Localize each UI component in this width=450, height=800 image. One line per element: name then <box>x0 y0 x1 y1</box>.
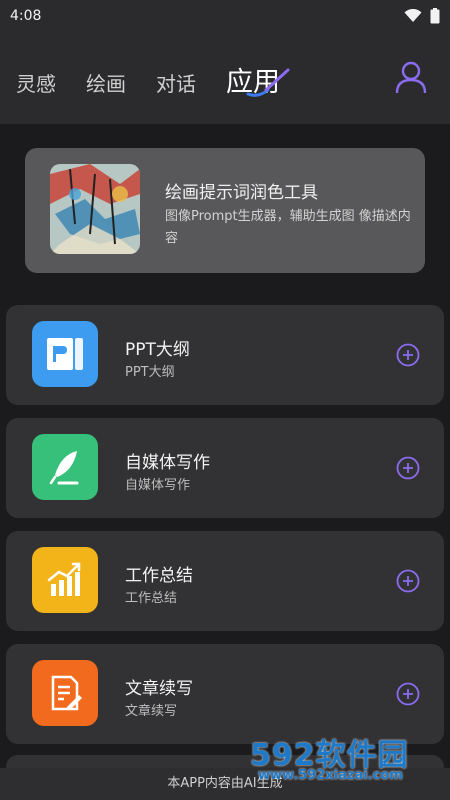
profile-icon[interactable] <box>394 60 428 94</box>
add-circle-icon[interactable] <box>396 682 420 706</box>
app-subtitle: 工作总结 <box>125 591 178 606</box>
battery-icon <box>430 8 440 24</box>
app-subtitle: 自媒体写作 <box>125 478 191 493</box>
featured-tool-title: 绘画提示词润色工具 <box>165 183 318 203</box>
app-row-ppt-outline[interactable]: PPT大纲 PPT大纲 <box>6 305 444 405</box>
status-icons <box>404 8 440 24</box>
app-subtitle: 文章续写 <box>125 704 178 719</box>
app-title: 自媒体写作 <box>125 453 210 473</box>
painting-thumbnail <box>50 164 140 254</box>
tab-chat[interactable]: 对话 <box>156 68 196 97</box>
add-circle-icon[interactable] <box>396 569 420 593</box>
tab-apps[interactable]: 应用 <box>226 60 290 99</box>
app-title: PPT大纲 <box>125 340 190 360</box>
chart-icon <box>32 547 98 613</box>
tab-drawing[interactable]: 绘画 <box>86 68 126 97</box>
brush-underline-icon <box>246 68 290 97</box>
add-circle-icon[interactable] <box>396 343 420 367</box>
app-list: PPT大纲 PPT大纲 自媒体写作 自媒体写作 工作总结 工作总结 文章续写 文… <box>6 305 444 757</box>
site-watermark: 592软件园 www.592xiazai.com <box>250 728 445 794</box>
watermark-url: www.592xiazai.com <box>258 768 403 783</box>
status-time: 4:08 <box>10 8 42 24</box>
featured-tool-card[interactable]: 绘画提示词润色工具 图像Prompt生成器，辅助生成图 像描述内容 <box>25 148 425 273</box>
app-row-work-summary[interactable]: 工作总结 工作总结 <box>6 531 444 631</box>
add-circle-icon[interactable] <box>396 456 420 480</box>
feather-icon <box>32 434 98 500</box>
ppt-icon <box>32 321 98 387</box>
main-tabs: 灵感 绘画 对话 应用 <box>16 60 290 99</box>
featured-tool-description: 图像Prompt生成器，辅助生成图 像描述内容 <box>165 209 411 246</box>
tab-inspiration[interactable]: 灵感 <box>16 68 56 97</box>
top-header: 灵感 绘画 对话 应用 <box>0 32 450 124</box>
app-title: 文章续写 <box>125 679 193 699</box>
app-row-media-writing[interactable]: 自媒体写作 自媒体写作 <box>6 418 444 518</box>
document-edit-icon <box>32 660 98 726</box>
wifi-icon <box>404 9 422 22</box>
app-title: 工作总结 <box>125 566 193 586</box>
status-bar: 4:08 <box>0 0 450 32</box>
app-subtitle: PPT大纲 <box>125 365 175 380</box>
